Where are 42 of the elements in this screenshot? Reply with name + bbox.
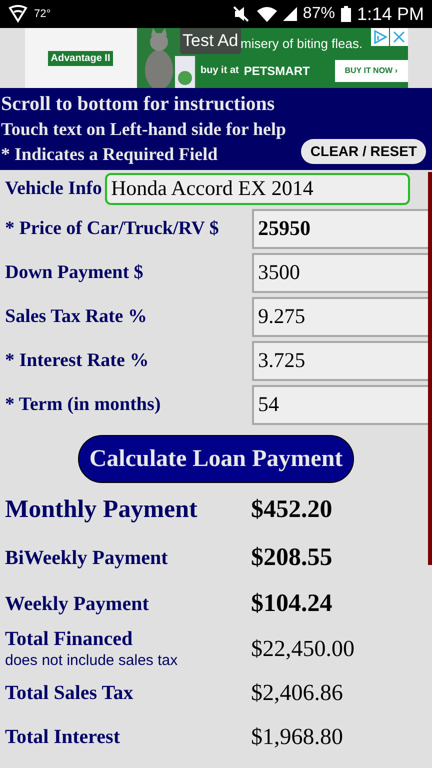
input-field[interactable]: Honda Accord EX 2014 bbox=[104, 173, 410, 205]
store-logo: PETSMART bbox=[244, 62, 310, 80]
signal-icon bbox=[282, 7, 297, 21]
result-value: $104.24 bbox=[251, 589, 332, 620]
instruction-text: Scroll to bottom for instructions bbox=[1, 92, 275, 117]
mute-icon bbox=[232, 6, 251, 22]
ad-brand: Advantage II bbox=[48, 50, 114, 66]
result-value: $1,968.80 bbox=[251, 722, 343, 751]
shield-wifi-icon bbox=[8, 5, 28, 23]
result-label[interactable]: BiWeekly Payment bbox=[5, 546, 251, 570]
temperature-text: 72° bbox=[34, 6, 51, 22]
result-value: $22,450.00 bbox=[251, 634, 354, 663]
result-label[interactable]: Total Sales Tax bbox=[5, 680, 251, 706]
ad-text: buy it at bbox=[200, 64, 239, 78]
result-value: $2,406.86 bbox=[251, 678, 343, 707]
result-label[interactable]: Monthly Payment bbox=[5, 494, 251, 526]
buy-now-button[interactable]: BUY IT NOW › bbox=[334, 60, 408, 82]
close-icon[interactable] bbox=[390, 28, 408, 46]
battery-percent: 87% bbox=[302, 4, 335, 24]
ad-info-icon[interactable] bbox=[370, 28, 388, 46]
field-label[interactable]: Sales Tax Rate % bbox=[5, 302, 147, 332]
field-label[interactable]: * Term (in months) bbox=[5, 390, 161, 420]
field-label[interactable]: * Price of Car/Truck/RV $ bbox=[5, 214, 219, 244]
test-ad-label: Test Ad bbox=[180, 28, 242, 54]
field-label[interactable]: Vehicle Info bbox=[5, 174, 102, 204]
calculate-button[interactable]: Calculate Loan Payment bbox=[78, 435, 354, 483]
field-label[interactable]: * Interest Rate % bbox=[5, 346, 149, 376]
battery-icon bbox=[340, 6, 351, 22]
field-label[interactable]: Down Payment $ bbox=[5, 258, 144, 288]
instruction-text: * Indicates a Required Field bbox=[1, 143, 218, 166]
result-label[interactable]: Total Financed bbox=[5, 627, 251, 652]
clock-time: 1:14 PM bbox=[356, 2, 424, 26]
instruction-text: Touch text on Left-hand side for help bbox=[1, 118, 286, 141]
ad-headline: misery of biting fleas. bbox=[240, 35, 363, 54]
result-note: does not include sales tax bbox=[5, 652, 179, 671]
result-value: $208.55 bbox=[251, 543, 332, 574]
wifi-icon bbox=[256, 6, 277, 22]
result-label[interactable]: Weekly Payment bbox=[5, 592, 251, 616]
result-value: $452.20 bbox=[251, 495, 332, 526]
ad-banner[interactable]: Advantage II misery of biting fleas. buy it at PETSMART BUY IT NOW › Test Ad bbox=[24, 28, 408, 88]
result-label[interactable]: Total Interest bbox=[5, 724, 251, 750]
clear-reset-button[interactable]: CLEAR / RESET bbox=[301, 139, 426, 164]
